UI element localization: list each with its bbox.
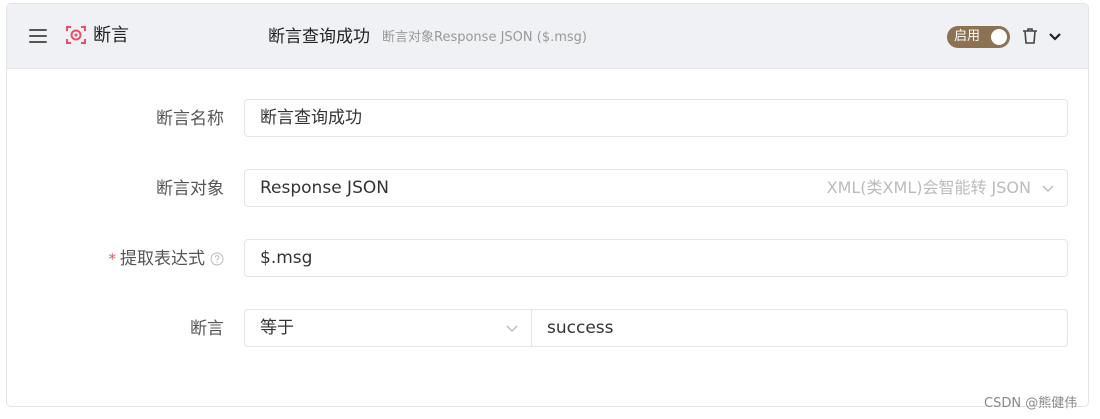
target-select-value: Response JSON [260,178,389,198]
name-input-value: 断言查询成功 [260,108,362,128]
assertion-panel: 断言 断言查询成功 断言对象Response JSON ($.msg) 启用 断… [6,3,1089,407]
form-row-assertion: 断言 等于 success [7,309,1088,349]
drag-handle-icon[interactable] [29,29,47,43]
assertion-subtitle: 断言对象Response JSON ($.msg) [382,30,587,45]
help-circle-icon[interactable] [210,252,224,266]
watermark: CSDN @熊健伟 [984,396,1078,411]
assertion-header[interactable]: 断言 断言查询成功 断言对象Response JSON ($.msg) 启用 [7,4,1088,69]
form-row-expression: * 提取表达式 $.msg [7,239,1088,279]
trash-icon[interactable] [1020,26,1040,46]
chevron-down-icon [1042,185,1054,192]
name-input[interactable]: 断言查询成功 [244,99,1068,137]
assertion-type-label: 断言 [93,25,129,46]
enable-toggle[interactable]: 启用 [947,26,1010,48]
target-hint: XML(类XML)会智能转 JSON [826,178,1031,197]
expression-input-value: $.msg [260,248,313,268]
assertion-title: 断言查询成功 [268,27,370,47]
expression-label-text: 提取表达式 [120,249,205,269]
toggle-knob [991,29,1007,45]
form-row-target: 断言对象 Response JSON XML(类XML)会智能转 JSON [7,169,1088,209]
required-mark: * [108,250,117,268]
target-select[interactable]: Response JSON XML(类XML)会智能转 JSON [244,169,1068,207]
expression-label: * 提取表达式 [109,239,225,279]
operator-select[interactable]: 等于 [244,309,532,347]
form-row-name: 断言名称 断言查询成功 [7,99,1088,139]
expression-input[interactable]: $.msg [244,239,1068,277]
chevron-down-icon[interactable] [1047,28,1063,44]
enable-toggle-label: 启用 [954,29,981,44]
expected-value-text: success [547,318,614,338]
assert-target-icon [66,26,86,44]
chevron-down-icon [506,325,518,332]
assertion-label: 断言 [190,319,224,339]
name-label: 断言名称 [156,109,224,129]
expected-value-input[interactable]: success [531,309,1068,347]
target-label: 断言对象 [156,179,224,199]
operator-select-value: 等于 [260,318,294,338]
